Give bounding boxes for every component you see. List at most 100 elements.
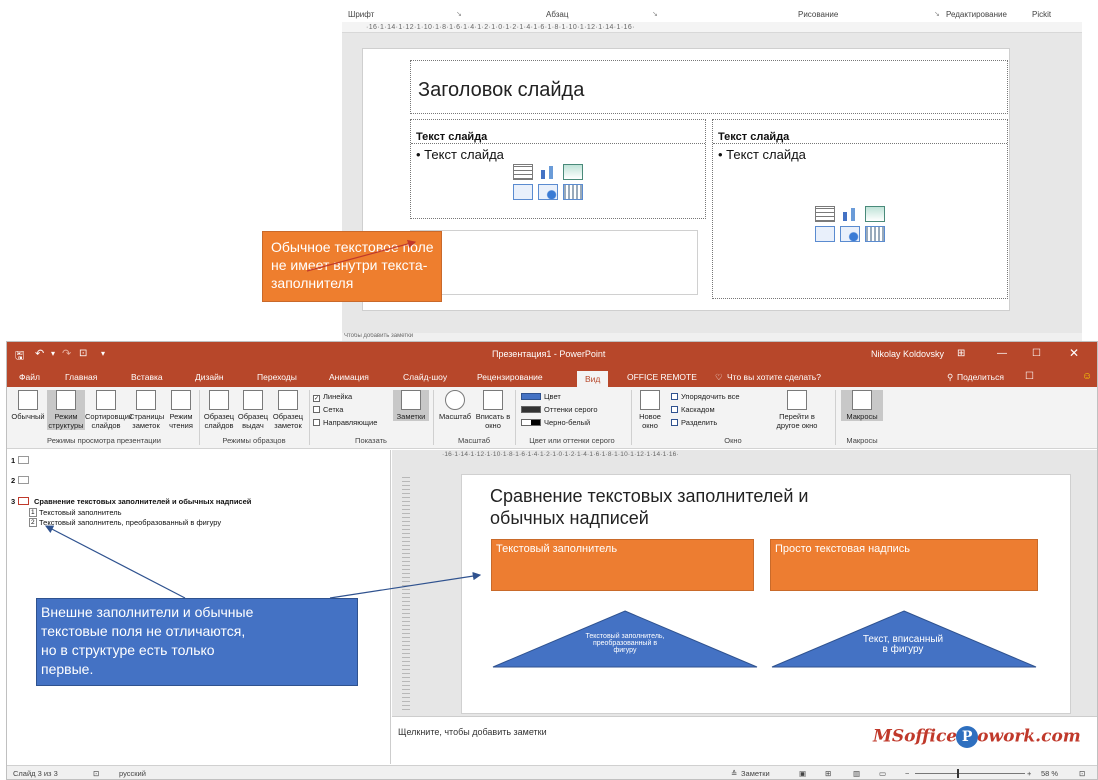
insert-smartart-icon[interactable] bbox=[563, 164, 583, 180]
normal-view-status-icon[interactable]: ▣ bbox=[799, 769, 806, 778]
insert-table-icon[interactable] bbox=[513, 164, 533, 180]
slideshow-status-icon[interactable]: ▭ bbox=[879, 769, 886, 778]
insert-smartart-icon[interactable] bbox=[865, 206, 885, 222]
zoom-out-icon[interactable]: − bbox=[905, 769, 909, 778]
left-header-placeholder[interactable]: Текст слайда bbox=[411, 120, 705, 144]
slide-master-button[interactable]: Образец слайдов bbox=[203, 390, 235, 430]
outline-view-button[interactable]: Режим структуры bbox=[47, 390, 85, 430]
macros-button[interactable]: Макросы bbox=[841, 390, 883, 421]
current-slide[interactable]: Сравнение текстовых заполнителей и обычн… bbox=[461, 474, 1071, 714]
fit-slide-icon[interactable]: ⊡ bbox=[1079, 769, 1085, 778]
tab-home[interactable]: Главная bbox=[65, 372, 97, 382]
maximize-icon[interactable]: ☐ bbox=[1032, 348, 1041, 359]
reading-view-button[interactable]: Режим чтения bbox=[165, 390, 197, 430]
slide-icon bbox=[18, 497, 29, 505]
dialog-launcher-icon[interactable]: ↘ bbox=[934, 10, 940, 18]
close-icon[interactable]: ✕ bbox=[1069, 346, 1079, 360]
grid-checkbox[interactable]: Сетка bbox=[313, 405, 343, 414]
ribbon-tabs: Файл Главная Вставка Дизайн Переходы Ани… bbox=[7, 367, 1097, 387]
comments-icon[interactable]: ☐ bbox=[1025, 371, 1034, 382]
slide-title-placeholder[interactable]: Сравнение текстовых заполнителей и обычн… bbox=[490, 485, 808, 529]
notes-status-button[interactable]: Заметки bbox=[741, 769, 770, 778]
color-button[interactable]: Цвет bbox=[521, 392, 561, 401]
slideshow-start-icon[interactable]: ⊡ bbox=[79, 348, 87, 359]
tab-design[interactable]: Дизайн bbox=[195, 372, 224, 382]
button-label: Цвет bbox=[544, 392, 561, 401]
save-icon[interactable]: 🖫 bbox=[15, 347, 24, 366]
guides-checkbox[interactable]: Направляющие bbox=[313, 418, 377, 427]
insert-picture-icon[interactable] bbox=[513, 184, 533, 200]
title-placeholder[interactable]: Заголовок слайда bbox=[410, 60, 1008, 114]
minimize-icon[interactable]: — bbox=[997, 348, 1007, 359]
smiley-feedback-icon[interactable]: ☺ bbox=[1082, 371, 1092, 382]
notes-toggle-button[interactable]: Заметки bbox=[393, 390, 429, 421]
dialog-launcher-icon[interactable]: ↘ bbox=[456, 10, 462, 18]
fit-to-window-button[interactable]: Вписать в окно bbox=[475, 390, 511, 430]
group-separator bbox=[631, 390, 632, 445]
handout-master-button[interactable]: Образец выдач bbox=[237, 390, 269, 430]
share-icon[interactable]: ⚲ bbox=[947, 372, 953, 383]
handout-master-icon bbox=[243, 390, 263, 410]
tab-review[interactable]: Рецензирование bbox=[477, 372, 543, 382]
insert-chart-icon[interactable] bbox=[840, 206, 860, 222]
new-window-button[interactable]: Новое окно bbox=[635, 390, 665, 430]
checkbox-label: Сетка bbox=[323, 405, 344, 414]
orange-placeholder-box[interactable]: Текстовый заполнитель bbox=[491, 539, 754, 591]
tab-insert[interactable]: Вставка bbox=[131, 372, 163, 382]
top-notes-strip[interactable]: Чтобы добавить заметки bbox=[342, 333, 1082, 341]
normal-view-button[interactable]: Обычный bbox=[11, 390, 45, 421]
insert-online-picture-icon[interactable] bbox=[538, 184, 558, 200]
split-button[interactable]: Разделить bbox=[671, 418, 717, 427]
spellcheck-icon[interactable]: ⊡ bbox=[93, 769, 99, 778]
notes-page-button[interactable]: Страницы заметок bbox=[129, 390, 164, 430]
customize-qat-icon[interactable]: ▾ bbox=[101, 349, 105, 358]
insert-table-icon[interactable] bbox=[815, 206, 835, 222]
button-label: Сортировщик слайдов bbox=[85, 412, 133, 430]
insert-picture-icon[interactable] bbox=[815, 226, 835, 242]
ribbon-display-options-icon[interactable]: ⊞ bbox=[957, 348, 965, 359]
insert-video-icon[interactable] bbox=[865, 226, 885, 242]
sorter-view-status-icon[interactable]: ⊞ bbox=[825, 769, 831, 778]
notes-status-icon[interactable]: ≙ bbox=[731, 769, 737, 778]
zoom-button[interactable]: Масштаб bbox=[437, 390, 473, 421]
insert-chart-icon[interactable] bbox=[538, 164, 558, 180]
zoom-slider-thumb[interactable] bbox=[957, 769, 959, 778]
switch-window-button[interactable]: Перейти в другое окно bbox=[767, 390, 827, 430]
undo-icon[interactable]: ↶ bbox=[35, 347, 44, 360]
insert-video-icon[interactable] bbox=[563, 184, 583, 200]
slide-sorter-button[interactable]: Сортировщик слайдов bbox=[85, 390, 132, 430]
right-content-placeholder[interactable]: Текст слайда • Текст слайда bbox=[712, 119, 1008, 299]
dialog-launcher-icon[interactable]: ↘ bbox=[652, 10, 658, 18]
share-button[interactable]: Поделиться bbox=[957, 372, 1004, 382]
undo-dropdown-icon[interactable]: ▾ bbox=[51, 349, 55, 358]
tab-file[interactable]: Файл bbox=[19, 372, 40, 382]
tab-transitions[interactable]: Переходы bbox=[257, 372, 297, 382]
zoom-in-icon[interactable]: + bbox=[1027, 769, 1031, 778]
right-header-placeholder[interactable]: Текст слайда bbox=[713, 120, 1007, 144]
orange-textbox[interactable]: Просто текстовая надпись bbox=[770, 539, 1038, 591]
grayscale-button[interactable]: Оттенки серого bbox=[521, 405, 598, 414]
zoom-level[interactable]: 58 % bbox=[1041, 769, 1058, 778]
button-label: Макросы bbox=[846, 412, 878, 421]
slide-sorter-icon bbox=[96, 390, 116, 410]
user-name[interactable]: Nikolay Koldovsky bbox=[871, 349, 944, 359]
cascade-button[interactable]: Каскадом bbox=[671, 405, 715, 414]
left-content-placeholder[interactable]: Текст слайда • Текст слайда bbox=[410, 119, 706, 219]
tab-view[interactable]: Вид bbox=[577, 371, 609, 387]
tell-me-box[interactable]: Что вы хотите сделать? bbox=[727, 372, 821, 382]
notes-master-button[interactable]: Образец заметок bbox=[271, 390, 305, 430]
ruler-checkbox[interactable]: ✓ Линейка bbox=[313, 392, 352, 402]
arrange-all-button[interactable]: Упорядочить все bbox=[671, 392, 740, 401]
insert-online-picture-icon[interactable] bbox=[840, 226, 860, 242]
plain-text-box[interactable] bbox=[410, 230, 698, 295]
zoom-slider[interactable] bbox=[915, 773, 1025, 774]
reading-view-status-icon[interactable]: ▥ bbox=[853, 769, 860, 778]
tab-office-remote[interactable]: OFFICE REMOTE bbox=[627, 372, 697, 382]
tab-animations[interactable]: Анимация bbox=[329, 372, 369, 382]
tab-slideshow[interactable]: Слайд-шоу bbox=[403, 372, 447, 382]
callout-line: заполнителя bbox=[271, 275, 354, 291]
redo-icon[interactable]: ↷ bbox=[62, 347, 71, 360]
black-white-button[interactable]: Черно-белый bbox=[521, 418, 590, 427]
magnifier-icon bbox=[445, 390, 465, 410]
language-indicator[interactable]: русский bbox=[119, 769, 146, 778]
